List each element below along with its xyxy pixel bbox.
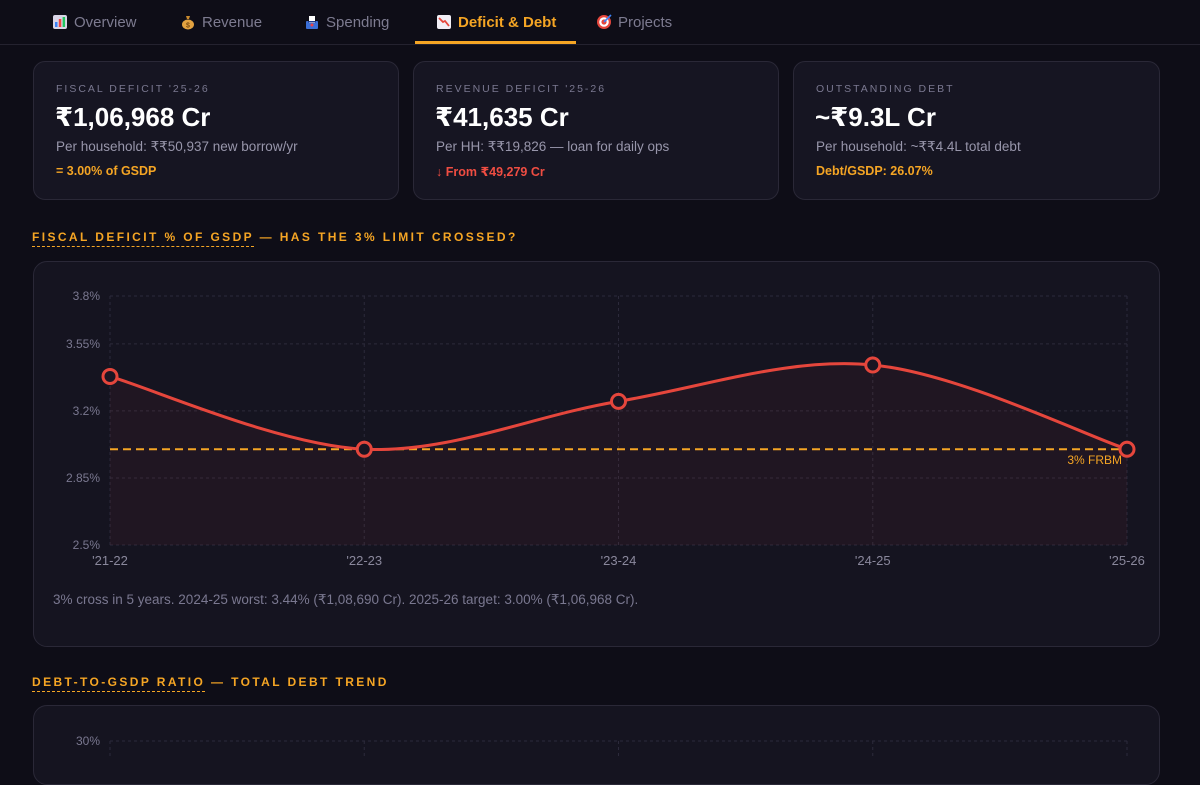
debt-gsdp-chart: 30%: [76, 734, 1128, 758]
y-tick-label: 30%: [76, 734, 100, 748]
